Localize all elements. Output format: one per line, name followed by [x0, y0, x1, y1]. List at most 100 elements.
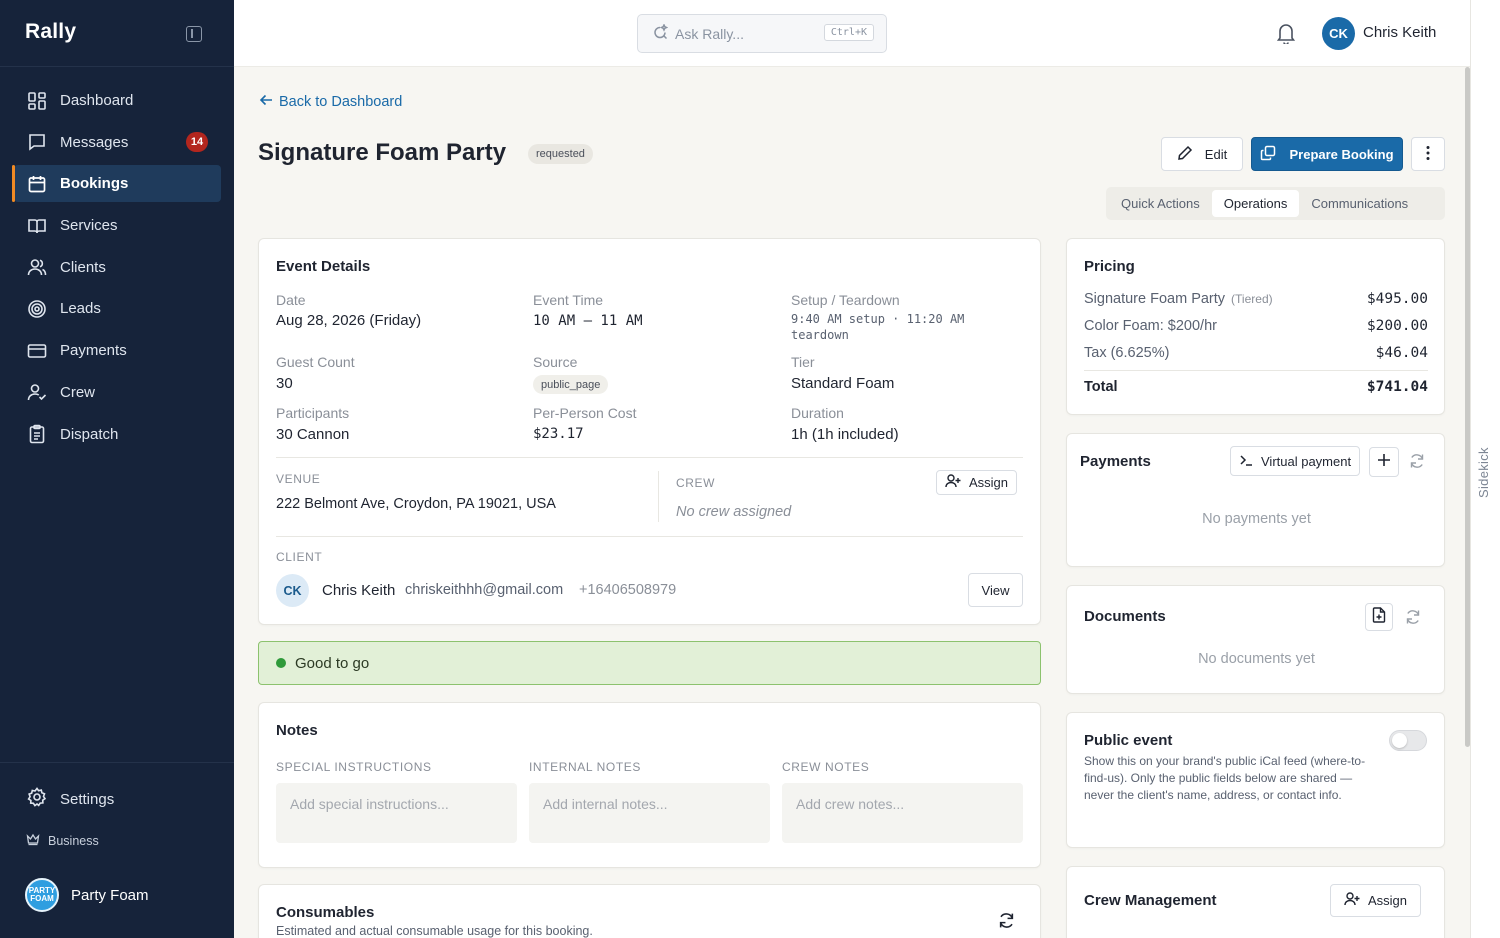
- tab-operations[interactable]: Operations: [1211, 190, 1300, 217]
- sidebar-item-payments[interactable]: Payments: [14, 332, 221, 369]
- user-check-icon: [27, 382, 47, 402]
- add-payment-button[interactable]: [1369, 447, 1399, 477]
- card-title: Crew Management: [1084, 892, 1217, 909]
- prepare-booking-label: Prepare Booking: [1289, 146, 1394, 162]
- notes-card: Notes SPECIAL INSTRUCTIONS Add special i…: [258, 702, 1041, 868]
- tier-label: Tier: [791, 354, 815, 370]
- user-name[interactable]: Chris Keith: [1363, 24, 1436, 41]
- client-name: Chris Keith: [322, 582, 396, 599]
- sidebar-item-label: Crew: [60, 383, 96, 401]
- source-label: Source: [533, 354, 578, 370]
- card-title: Payments: [1080, 453, 1151, 470]
- plan-label: Business: [48, 833, 99, 848]
- more-options-button[interactable]: [1411, 137, 1445, 171]
- edit-button[interactable]: Edit: [1161, 137, 1243, 171]
- search-placeholder: Ask Rally...: [675, 25, 744, 42]
- sidekick-label[interactable]: Sidekick: [1476, 447, 1491, 498]
- refresh-icon[interactable]: [998, 912, 1015, 934]
- guest-count-label: Guest Count: [276, 354, 355, 370]
- refresh-icon[interactable]: [1409, 453, 1425, 474]
- sidebar-item-label: Payments: [60, 342, 127, 360]
- topbar: Ask Rally... Ctrl+K CK Chris Keith: [234, 0, 1470, 67]
- total-label: Total: [1084, 379, 1118, 395]
- client-email[interactable]: chriskeithhh@gmail.com: [405, 582, 563, 598]
- total-amount: $741.04: [1366, 379, 1428, 395]
- back-link-label: Back to Dashboard: [279, 94, 403, 110]
- sidebar-item-dashboard[interactable]: Dashboard: [14, 82, 221, 119]
- assign-crew-button[interactable]: Assign: [936, 470, 1018, 495]
- sidebar-item-label: Messages: [60, 133, 129, 151]
- client-phone[interactable]: +16406508979: [579, 582, 676, 598]
- setup-value: 9:40 AM setup · 11:20 AM teardown: [791, 312, 965, 342]
- sidebar-item-leads[interactable]: Leads: [14, 290, 221, 327]
- sidebar-item-messages[interactable]: Messages 14: [14, 124, 221, 161]
- price-total-row: Total $741.04: [1084, 379, 1428, 395]
- special-instructions-label: SPECIAL INSTRUCTIONS: [276, 760, 432, 774]
- card-title: Public event: [1084, 732, 1173, 749]
- event-time-value: 10 AM – 11 AM: [533, 313, 643, 329]
- documents-card: Documents No documents yet: [1066, 585, 1445, 694]
- internal-notes-field[interactable]: Add internal notes...: [529, 783, 770, 843]
- assign-crew-button[interactable]: Assign: [1330, 884, 1422, 917]
- bell-icon[interactable]: [1276, 22, 1296, 49]
- sidebar-item-crew[interactable]: Crew: [14, 374, 221, 411]
- sidebar-collapse-icon[interactable]: [186, 26, 202, 42]
- status-banner-text: Good to go: [295, 654, 370, 672]
- sidebar: Rally Dashboard Messages 14 Bookings Ser…: [0, 0, 234, 938]
- tab-quick-actions[interactable]: Quick Actions: [1109, 190, 1212, 217]
- public-event-description: Show this on your brand's public iCal fe…: [1084, 754, 1366, 802]
- sidebar-item-dispatch[interactable]: Dispatch: [14, 416, 221, 453]
- prepare-booking-button[interactable]: Prepare Booking: [1251, 137, 1403, 171]
- back-link[interactable]: Back to Dashboard: [259, 93, 402, 111]
- divider: [0, 762, 234, 763]
- view-tabs: Quick Actions Operations Communications: [1106, 187, 1445, 220]
- crew-notes-field[interactable]: Add crew notes...: [782, 783, 1023, 843]
- per-person-label: Per-Person Cost: [533, 405, 637, 421]
- crew-label: CREW: [676, 476, 716, 490]
- source-pill: public_page: [533, 375, 609, 394]
- search-input[interactable]: Ask Rally... Ctrl+K: [637, 14, 887, 53]
- assign-label: Assign: [969, 475, 1009, 490]
- edit-label: Edit: [1204, 146, 1228, 162]
- org-switcher[interactable]: PARTY FOAM Party Foam: [25, 878, 149, 912]
- brand-logo[interactable]: Rally: [25, 20, 76, 44]
- tab-communications[interactable]: Communications: [1299, 190, 1420, 217]
- book-icon: [27, 216, 47, 236]
- price-amount: $200.00: [1366, 318, 1428, 334]
- org-logo: PARTY FOAM: [25, 878, 59, 912]
- copy-link-icon: [1260, 145, 1276, 164]
- price-row: Signature Foam Party (Tiered) $495.00: [1084, 291, 1428, 307]
- public-event-toggle[interactable]: [1389, 730, 1427, 751]
- duration-label: Duration: [791, 405, 844, 421]
- card-title: Notes: [276, 722, 318, 739]
- special-instructions-field[interactable]: Add special instructions...: [276, 783, 517, 843]
- consumables-card: Consumables Estimated and actual consuma…: [258, 884, 1041, 938]
- users-icon: [27, 257, 47, 277]
- payments-card: Payments Virtual payment No payments yet: [1066, 433, 1445, 567]
- clipboard-icon: [27, 424, 47, 444]
- sidebar-nav: Dashboard Messages 14 Bookings Services …: [12, 82, 221, 457]
- sidebar-item-clients[interactable]: Clients: [14, 249, 221, 286]
- card-title: Event Details: [276, 258, 371, 275]
- public-event-card: Public event Show this on your brand's p…: [1066, 712, 1445, 848]
- add-document-button[interactable]: [1365, 603, 1393, 631]
- sidebar-item-label: Dashboard: [60, 92, 134, 109]
- crew-management-card: Crew Management Assign: [1066, 866, 1445, 938]
- settings-label: Settings: [60, 790, 115, 808]
- view-client-button[interactable]: View: [968, 573, 1023, 607]
- page-title: Signature Foam Party: [258, 139, 507, 166]
- internal-notes-label: INTERNAL NOTES: [529, 760, 641, 774]
- plan-indicator: Business: [26, 832, 99, 849]
- crew-empty: No crew assigned: [676, 504, 792, 520]
- sidebar-item-bookings[interactable]: Bookings: [12, 165, 221, 203]
- scrollbar[interactable]: [1465, 67, 1470, 747]
- sidebar-item-services[interactable]: Services: [14, 207, 221, 244]
- user-plus-icon: [1344, 891, 1360, 910]
- avatar[interactable]: CK: [1322, 17, 1355, 50]
- status-badge: requested: [528, 144, 593, 164]
- date-value: Aug 28, 2026 (Friday): [276, 312, 422, 329]
- sidebar-item-settings[interactable]: Settings: [27, 787, 114, 811]
- sidebar-item-label: Leads: [60, 300, 101, 318]
- virtual-payment-button[interactable]: Virtual payment: [1230, 446, 1361, 476]
- refresh-icon[interactable]: [1405, 609, 1421, 630]
